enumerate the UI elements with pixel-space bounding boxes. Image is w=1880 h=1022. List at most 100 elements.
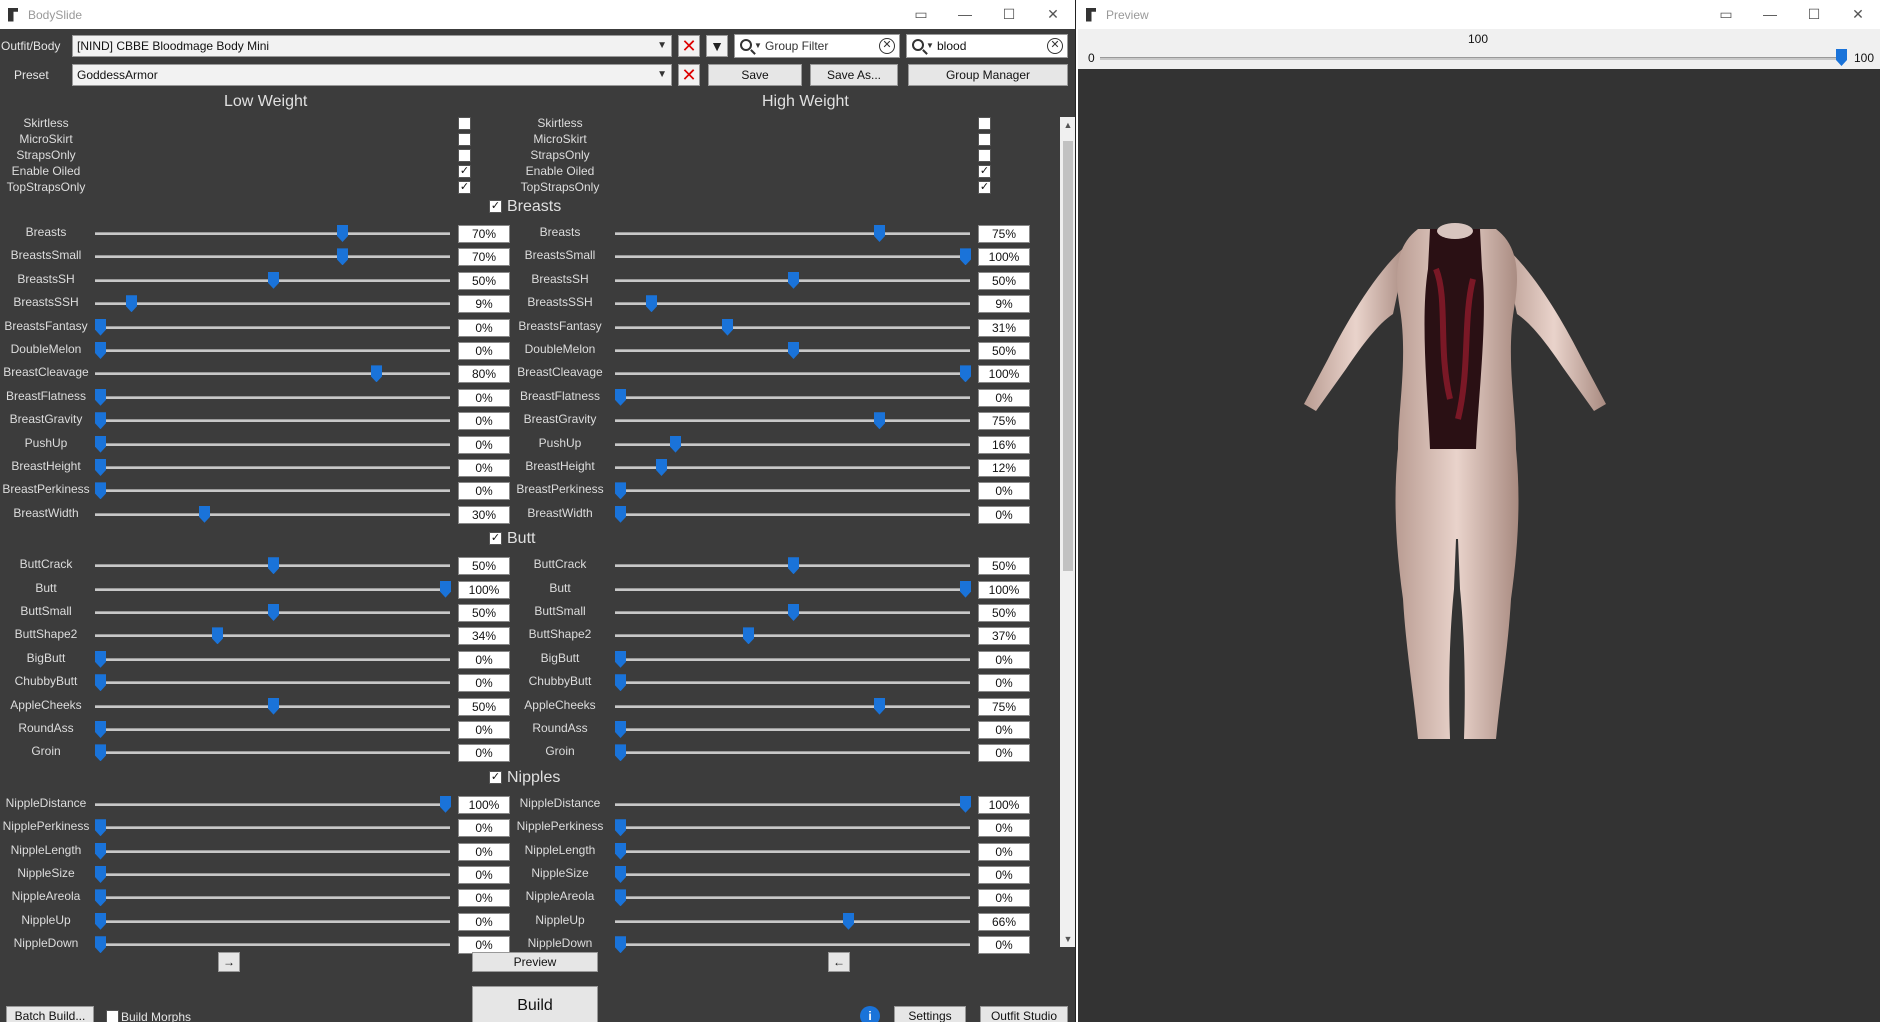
minimize-icon[interactable]: —	[943, 0, 987, 29]
slider-value-high[interactable]: 75%	[978, 697, 1030, 716]
slider-thumb-high[interactable]	[646, 295, 657, 313]
close-icon[interactable]: ✕	[1836, 0, 1880, 29]
slider-value-high[interactable]: 66%	[978, 912, 1030, 931]
slider-value-low[interactable]: 9%	[458, 295, 510, 314]
slider-track-high[interactable]	[615, 419, 970, 423]
slider-track-low[interactable]	[95, 849, 450, 853]
slider-value-high[interactable]: 0%	[978, 721, 1030, 739]
slider-thumb-low[interactable]	[95, 650, 106, 668]
slider-thumb-high[interactable]	[788, 342, 799, 359]
slider-track-high[interactable]	[615, 232, 970, 235]
slider-value-high[interactable]: 0%	[978, 744, 1030, 763]
slider-thumb-high[interactable]	[615, 482, 626, 500]
maximize-icon[interactable]: ☐	[1792, 0, 1836, 29]
slider-thumb-low[interactable]	[95, 936, 106, 954]
slider-value-high[interactable]: 16%	[978, 435, 1030, 454]
slider-thumb-low[interactable]	[95, 721, 106, 738]
slider-track-low[interactable]	[95, 896, 450, 900]
outfit-dropdown[interactable]: [NIND] CBBE Bloodmage Body Mini ▼	[72, 35, 672, 57]
slider-track-high[interactable]	[615, 873, 970, 876]
restore-icon[interactable]: ▭	[899, 0, 943, 29]
slider-thumb-low[interactable]	[440, 580, 451, 598]
slider-track-high[interactable]	[615, 826, 970, 830]
slider-value-low[interactable]: 0%	[458, 342, 510, 360]
vertical-scrollbar[interactable]: ▲ ▼	[1060, 117, 1075, 947]
slider-value-high[interactable]: 0%	[978, 388, 1030, 407]
slider-track-high[interactable]	[615, 704, 970, 708]
slider-track-high[interactable]	[615, 681, 970, 685]
slider-track-low[interactable]	[95, 349, 450, 352]
slider-value-high[interactable]: 0%	[978, 505, 1030, 524]
slider-thumb-high[interactable]	[615, 744, 626, 762]
option-checkbox-low[interactable]	[458, 133, 471, 146]
slider-value-low[interactable]: 34%	[458, 627, 510, 646]
slider-value-low[interactable]: 80%	[458, 365, 510, 384]
slider-value-low[interactable]: 0%	[458, 912, 510, 931]
slider-value-low[interactable]: 100%	[458, 580, 510, 599]
slider-thumb-high[interactable]	[788, 557, 799, 575]
slider-track-low[interactable]	[95, 826, 450, 830]
group-manager-button[interactable]: Group Manager	[908, 64, 1068, 86]
slider-track-high[interactable]	[615, 919, 970, 923]
slider-thumb-high[interactable]	[788, 271, 799, 289]
slider-track-high[interactable]	[615, 466, 970, 469]
slider-track-low[interactable]	[95, 302, 450, 306]
save-as-button[interactable]: Save As...	[810, 64, 898, 86]
slider-track-high[interactable]	[615, 442, 970, 446]
build-morphs-checkbox[interactable]	[106, 1010, 119, 1022]
scrollbar-thumb[interactable]	[1063, 141, 1073, 571]
slider-track-low[interactable]	[95, 232, 450, 235]
build-button[interactable]: Build	[472, 986, 598, 1022]
slider-track-low[interactable]	[95, 634, 450, 638]
slider-value-high[interactable]: 100%	[978, 580, 1030, 599]
slider-track-low[interactable]	[95, 512, 450, 516]
slider-track-high[interactable]	[615, 896, 970, 900]
slider-track-low[interactable]	[95, 325, 450, 329]
slider-track-high[interactable]	[615, 728, 970, 731]
slider-thumb-high[interactable]	[874, 412, 885, 430]
slider-thumb-high[interactable]	[615, 866, 626, 883]
category-butt[interactable]: ✓ Butt	[489, 530, 535, 548]
category-checkbox[interactable]: ✓	[489, 200, 502, 213]
category-checkbox[interactable]: ✓	[489, 532, 502, 546]
slider-value-high[interactable]: 50%	[978, 604, 1030, 622]
slider-thumb-high[interactable]	[615, 674, 626, 692]
slider-value-low[interactable]: 0%	[458, 674, 510, 693]
outfit-clear-button[interactable]: ✕	[678, 35, 700, 57]
slider-thumb-low[interactable]	[126, 295, 137, 313]
slider-value-low[interactable]: 0%	[458, 388, 510, 407]
slider-track-high[interactable]	[615, 255, 970, 259]
slider-value-high[interactable]: 50%	[978, 557, 1030, 576]
slider-track-low[interactable]	[95, 255, 450, 259]
slider-thumb-low[interactable]	[337, 225, 348, 242]
slider-value-high[interactable]: 75%	[978, 225, 1030, 243]
slider-thumb-low[interactable]	[95, 819, 106, 837]
slider-thumb-low[interactable]	[95, 866, 106, 883]
slider-track-high[interactable]	[615, 325, 970, 329]
slider-thumb-high[interactable]	[615, 650, 626, 668]
copy-low-to-high-button[interactable]: →	[218, 952, 240, 972]
category-checkbox[interactable]: ✓	[489, 770, 502, 784]
slider-track-low[interactable]	[95, 587, 450, 591]
slider-thumb-high[interactable]	[722, 318, 733, 336]
slider-value-high[interactable]: 9%	[978, 295, 1030, 314]
slider-value-high[interactable]: 0%	[978, 674, 1030, 693]
slider-track-high[interactable]	[615, 512, 970, 516]
minimize-icon[interactable]: —	[1748, 0, 1792, 29]
preset-clear-button[interactable]: ✕	[678, 64, 700, 86]
slider-track-low[interactable]	[95, 657, 450, 661]
slider-thumb-low[interactable]	[440, 795, 451, 813]
slider-value-high[interactable]: 0%	[978, 889, 1030, 908]
slider-value-high[interactable]: 0%	[978, 936, 1030, 955]
slider-thumb-high[interactable]	[615, 889, 626, 907]
slider-thumb-high[interactable]	[670, 435, 681, 453]
slider-thumb-high[interactable]	[656, 459, 667, 476]
slider-value-high[interactable]: 50%	[978, 271, 1030, 290]
slider-thumb-low[interactable]	[268, 604, 279, 621]
info-icon[interactable]: i	[860, 1006, 880, 1022]
close-icon[interactable]: ✕	[1031, 0, 1075, 29]
slider-track-high[interactable]	[615, 395, 970, 399]
slider-value-high[interactable]: 31%	[978, 318, 1030, 337]
slider-thumb-low[interactable]	[95, 342, 106, 359]
slider-value-low[interactable]: 50%	[458, 604, 510, 622]
